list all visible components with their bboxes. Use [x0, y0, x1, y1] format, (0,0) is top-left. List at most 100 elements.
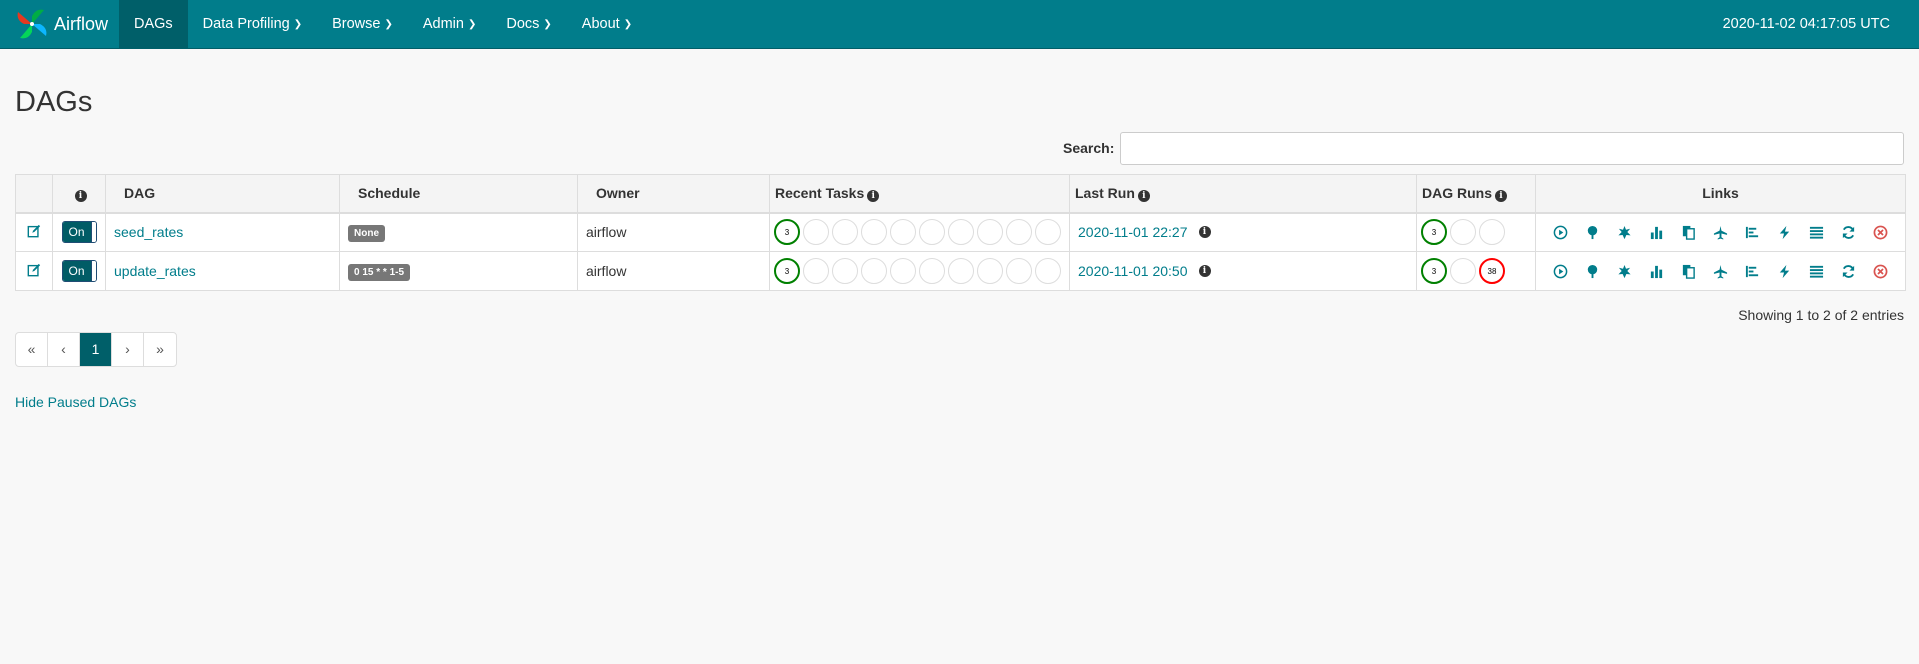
header-owner-label: Owner [596, 185, 640, 202]
task-state-circle[interactable] [977, 219, 1003, 246]
tree-view-icon[interactable] [1583, 223, 1602, 242]
landing-times-icon[interactable] [1711, 223, 1730, 242]
task-state-circle[interactable] [1035, 219, 1061, 246]
nav-admin-label: Admin [422, 16, 464, 32]
table-row: On update_rates 0 15 * * 1-5 airflow 3 2… [15, 251, 1906, 291]
gantt-icon[interactable] [1743, 262, 1762, 281]
task-state-circle[interactable] [803, 258, 829, 284]
toggle-off-area [90, 222, 96, 243]
nav-admin[interactable]: Admin ❯ [408, 0, 492, 49]
task-state-circle[interactable] [832, 258, 858, 284]
last-run-link[interactable]: 2020-11-01 22:27 [1078, 224, 1188, 240]
dag-id-cell: update_rates [105, 251, 340, 291]
dag-run-state-circle[interactable]: 3 [1421, 219, 1447, 246]
page-first-button[interactable]: « [16, 333, 48, 366]
task-state-circle[interactable] [977, 258, 1003, 284]
page-next-button[interactable]: › [112, 333, 144, 366]
task-state-circle[interactable] [832, 219, 858, 246]
graph-view-icon[interactable] [1615, 223, 1634, 242]
recent-tasks-cell: 3 [769, 212, 1070, 252]
task-state-circle[interactable] [1006, 258, 1032, 284]
task-state-circle[interactable] [948, 258, 974, 284]
task-state-circle[interactable] [1006, 219, 1032, 246]
task-state-circle[interactable] [919, 258, 945, 284]
graph-view-icon[interactable] [1615, 262, 1634, 281]
header-recent-tasks: Recent Tasks i [769, 174, 1070, 214]
task-duration-icon[interactable] [1647, 262, 1666, 281]
page-last-button[interactable]: » [144, 333, 176, 366]
dag-id-link[interactable]: update_rates [114, 263, 196, 279]
last-run-cell: 2020-11-01 20:50 i [1069, 251, 1417, 291]
page-prev-button[interactable]: ‹ [48, 333, 80, 366]
nav-about[interactable]: About ❯ [567, 0, 647, 49]
chevron-down-icon: ❯ [467, 19, 477, 30]
code-view-icon[interactable] [1775, 262, 1794, 281]
dag-id-link[interactable]: seed_rates [114, 224, 183, 240]
info-icon: i [867, 189, 880, 202]
dag-run-state-circle[interactable] [1450, 219, 1476, 246]
delete-dag-icon[interactable] [1871, 262, 1890, 281]
trigger-dag-icon[interactable] [1551, 262, 1570, 281]
task-tries-icon[interactable] [1679, 262, 1698, 281]
search-input[interactable] [1120, 132, 1904, 165]
table-header-row: i DAG Schedule Owner Recent Tasks i Last … [15, 174, 1906, 214]
pause-toggle[interactable]: On [61, 260, 97, 282]
task-state-circle[interactable]: 3 [774, 219, 800, 246]
task-state-circle[interactable]: 3 [774, 258, 800, 284]
task-state-circle[interactable] [890, 258, 916, 284]
task-state-circle[interactable] [890, 219, 916, 246]
tree-view-icon[interactable] [1583, 262, 1602, 281]
info-icon: i [1495, 189, 1507, 202]
edit-icon[interactable] [27, 263, 41, 277]
code-view-icon[interactable] [1775, 223, 1794, 242]
nav-dags-label: DAGs [134, 16, 173, 32]
trigger-dag-icon[interactable] [1551, 223, 1570, 242]
chevron-down-icon: ❯ [293, 19, 303, 30]
table-row: On seed_rates None airflow 3 2020-11-01 … [15, 212, 1906, 252]
toggle-on-label: On [62, 222, 91, 243]
header-schedule[interactable]: Schedule [339, 174, 578, 214]
nav-docs[interactable]: Docs ❯ [491, 0, 566, 49]
nav-data-profiling[interactable]: Data Profiling ❯ [188, 0, 317, 49]
dag-run-state-circle[interactable]: 3 [1421, 258, 1447, 284]
header-recent-tasks-label: Recent Tasks [775, 184, 865, 201]
hide-paused-dags-link[interactable]: Hide Paused DAGs [15, 394, 136, 410]
last-run-link[interactable]: 2020-11-01 20:50 [1078, 263, 1188, 279]
task-duration-icon[interactable] [1647, 223, 1666, 242]
task-state-circle[interactable] [948, 219, 974, 246]
recent-tasks-cell: 3 [769, 251, 1070, 291]
header-last-run: Last Run i [1069, 174, 1417, 214]
gantt-icon[interactable] [1743, 223, 1762, 242]
refresh-icon[interactable] [1839, 223, 1858, 242]
pause-toggle[interactable]: On [61, 221, 97, 244]
info-icon[interactable]: i [1198, 226, 1211, 239]
delete-dag-icon[interactable] [1871, 223, 1890, 242]
schedule-cell: None [339, 212, 578, 252]
logs-icon[interactable] [1807, 262, 1826, 281]
header-owner[interactable]: Owner [577, 174, 770, 214]
edit-icon[interactable] [27, 224, 41, 238]
task-state-circle[interactable] [803, 219, 829, 246]
task-state-circle[interactable] [1035, 258, 1061, 284]
page-1-button[interactable]: 1 [80, 333, 112, 366]
nav-browse[interactable]: Browse ❯ [317, 0, 408, 49]
task-state-circle[interactable] [861, 219, 887, 246]
info-icon[interactable]: i [1198, 265, 1211, 277]
dag-runs-cell: 3 [1416, 212, 1536, 252]
edit-cell [15, 212, 53, 252]
dag-run-state-circle[interactable] [1450, 258, 1476, 284]
brand-link[interactable]: Airflow [14, 7, 108, 41]
task-state-circle[interactable] [861, 258, 887, 284]
header-dag[interactable]: DAG [105, 174, 340, 214]
dag-run-state-circle[interactable]: 38 [1479, 258, 1505, 284]
dag-run-state-circle[interactable] [1479, 219, 1505, 246]
task-state-circle[interactable] [919, 219, 945, 246]
task-tries-icon[interactable] [1679, 223, 1698, 242]
refresh-icon[interactable] [1839, 262, 1858, 281]
pagination: « ‹ 1 › » [15, 332, 177, 367]
nav-menu: DAGs Data Profiling ❯ Browse ❯ Admin ❯ Docs… [119, 0, 647, 49]
landing-times-icon[interactable] [1711, 262, 1730, 281]
logs-icon[interactable] [1807, 223, 1826, 242]
dags-table: i DAG Schedule Owner Recent Tasks i Last … [15, 174, 1906, 291]
nav-dags[interactable]: DAGs [119, 0, 188, 49]
